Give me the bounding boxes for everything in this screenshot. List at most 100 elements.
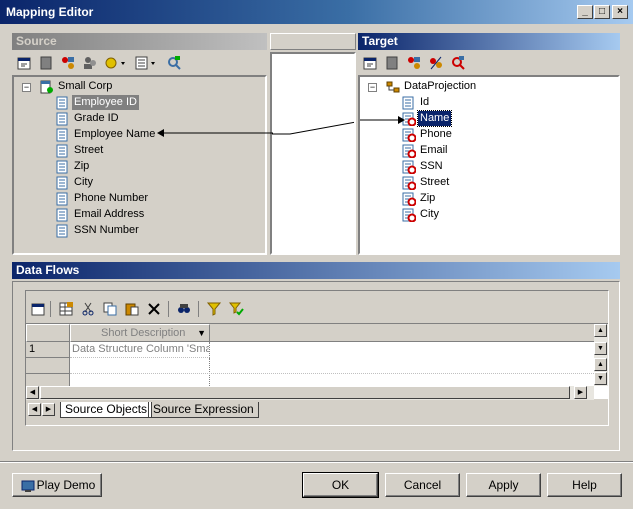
source-arrow	[157, 129, 273, 137]
tree-item-label: City	[420, 208, 439, 220]
find-icon[interactable]	[450, 55, 466, 71]
properties-icon[interactable]	[16, 55, 32, 71]
mapping-link-line	[272, 121, 354, 135]
tree-item-label: SSN	[420, 160, 443, 172]
cancel-button[interactable]: Cancel	[385, 473, 460, 497]
tree-item[interactable]: Id	[402, 95, 602, 111]
tab-scroll-left-icon[interactable]: ◀	[28, 403, 41, 416]
tree-item[interactable]: City	[56, 175, 256, 191]
separator	[0, 461, 633, 463]
apply-button[interactable]: Apply	[466, 473, 541, 497]
tree-item[interactable]: Street	[56, 143, 256, 159]
properties-icon[interactable]	[30, 301, 46, 317]
column-icon	[56, 192, 70, 206]
row-number: 1	[26, 342, 70, 358]
tab-source-objects[interactable]: Source Objects	[60, 402, 153, 418]
horizontal-scrollbar[interactable]: ◀ ▶	[26, 386, 594, 400]
row-description[interactable]: Data Structure Column 'Smal	[70, 342, 210, 358]
sort-dropdown-icon[interactable]: ▼	[197, 325, 206, 341]
filter-dropdown-icon[interactable]	[104, 55, 126, 71]
tree-item-label: Street	[420, 176, 450, 188]
tree-item[interactable]: SSN Number	[56, 223, 256, 239]
column-icon	[56, 176, 70, 190]
properties-icon[interactable]	[362, 55, 378, 71]
tab-scroll-right-icon[interactable]: ▶	[42, 403, 55, 416]
target-tree[interactable]: − DataProjection Id Name Phone Email SSN Stre…	[358, 75, 620, 255]
tree-item-label: Id	[420, 96, 430, 108]
target-header: Target	[358, 33, 620, 50]
vertical-scrollbar[interactable]: ▲ ▼ ▲ ▼	[594, 324, 608, 386]
column-icon	[56, 128, 70, 142]
tree-item[interactable]: Phone Number	[56, 191, 256, 207]
paste-icon[interactable]	[124, 301, 140, 317]
tree-item[interactable]: Phone	[402, 127, 602, 143]
collapse-icon[interactable]: −	[368, 83, 377, 92]
filter-icon[interactable]	[206, 301, 222, 317]
tree-item[interactable]: Email Address	[56, 207, 256, 223]
tree-item-label: Street	[74, 144, 104, 156]
tree-item-label: Employee Name	[74, 128, 156, 140]
document-icon[interactable]	[38, 55, 54, 71]
play-demo-icon	[21, 478, 35, 492]
find-icon[interactable]	[166, 55, 182, 71]
mapped-column-icon	[402, 144, 417, 159]
map-objects-icon[interactable]	[406, 55, 422, 71]
ok-button[interactable]: OK	[302, 472, 379, 498]
tree-item-label: Email Address	[74, 208, 145, 220]
column-icon	[402, 96, 416, 110]
tree-item-label: Zip	[420, 192, 436, 204]
title-bar[interactable]: Mapping Editor _ □ ×	[0, 0, 633, 24]
tree-item[interactable]: Name	[402, 110, 602, 127]
tree-item-label: Employee ID	[72, 95, 139, 110]
maximize-button[interactable]: □	[594, 5, 610, 19]
window-title: Mapping Editor	[6, 5, 94, 19]
tree-item[interactable]: City	[402, 207, 602, 223]
tree-item[interactable]: Zip	[56, 159, 256, 175]
source-tree[interactable]: − Small Corp Employee ID Grade ID Employee…	[12, 75, 267, 255]
data-flows-grid[interactable]: Short Description ▼ 1 Data Structure Col…	[26, 323, 608, 400]
users-icon[interactable]	[82, 55, 98, 71]
scroll-down-icon[interactable]: ▼	[594, 342, 607, 355]
close-button[interactable]: ×	[612, 5, 628, 19]
filter-check-icon[interactable]	[228, 301, 244, 317]
scroll-down-icon[interactable]: ▼	[594, 372, 607, 385]
copy-icon[interactable]	[102, 301, 118, 317]
mapping-header-stub	[270, 33, 356, 50]
scroll-right-icon[interactable]: ▶	[574, 386, 587, 399]
grid-corner	[26, 324, 70, 342]
tree-item-label: City	[74, 176, 93, 188]
cut-icon[interactable]	[80, 301, 96, 317]
minimize-button[interactable]: _	[577, 5, 593, 19]
help-button[interactable]: Help	[547, 473, 622, 497]
document-icon[interactable]	[384, 55, 400, 71]
column-header-short-description[interactable]: Short Description ▼	[70, 324, 210, 342]
mapped-column-icon	[402, 208, 417, 223]
scroll-thumb[interactable]	[40, 386, 570, 399]
auto-map-icon[interactable]	[428, 55, 444, 71]
play-demo-button[interactable]: Play Demo	[12, 473, 102, 497]
scroll-up-icon[interactable]: ▲	[594, 324, 607, 337]
tree-item-label: Phone	[420, 128, 452, 140]
delete-icon[interactable]	[146, 301, 162, 317]
scroll-left-icon[interactable]: ◀	[26, 386, 39, 399]
tree-item[interactable]: Employee ID	[56, 95, 256, 111]
scroll-up-icon[interactable]: ▲	[594, 358, 607, 371]
find-icon[interactable]	[176, 301, 192, 317]
mapped-column-icon	[402, 160, 417, 175]
tab-source-expression[interactable]: Source Expression	[148, 402, 259, 418]
column-icon	[56, 144, 70, 158]
tree-item[interactable]: Grade ID	[56, 111, 256, 127]
add-rows-icon[interactable]	[58, 301, 74, 317]
list-dropdown-icon[interactable]	[134, 55, 156, 71]
target-root[interactable]: − DataProjection	[366, 79, 606, 95]
tree-item[interactable]: Zip	[402, 191, 602, 207]
tree-item[interactable]: Street	[402, 175, 602, 191]
map-objects-icon[interactable]	[60, 55, 76, 71]
tree-item[interactable]: Email	[402, 143, 602, 159]
tree-item[interactable]: SSN	[402, 159, 602, 175]
column-icon	[56, 96, 70, 110]
collapse-icon[interactable]: −	[22, 83, 31, 92]
source-root[interactable]: − Small Corp	[20, 79, 260, 95]
tree-item-label: Grade ID	[74, 112, 119, 124]
data-flows-header: Data Flows	[12, 262, 620, 279]
